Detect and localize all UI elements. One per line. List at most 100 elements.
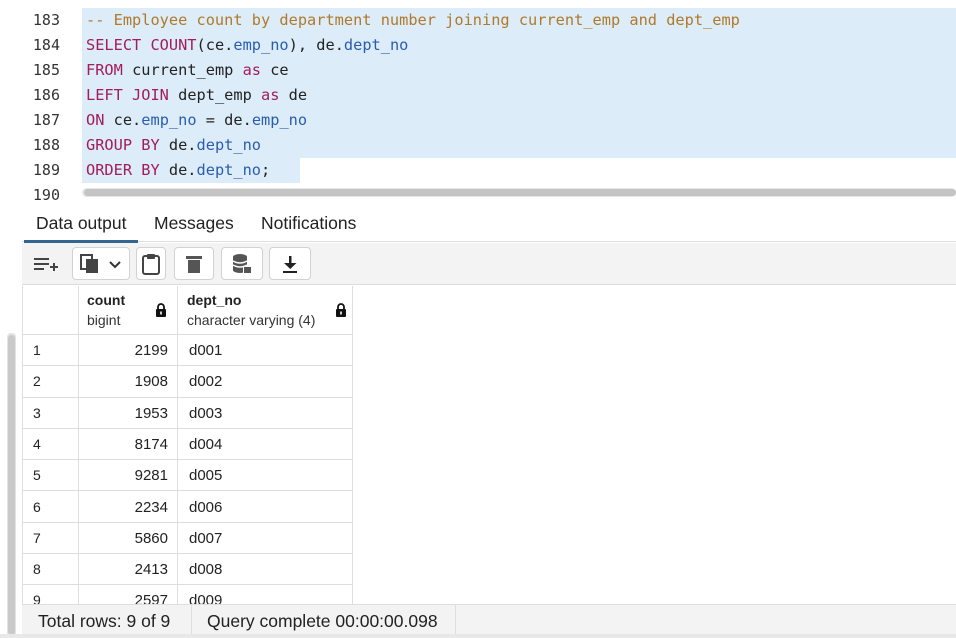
cell-count[interactable]: 1908 <box>79 366 168 397</box>
results-toolbar <box>22 243 956 285</box>
cell-dept-no[interactable]: d009 <box>189 585 222 604</box>
tab-notifications[interactable]: Notifications <box>249 204 368 242</box>
editor-horizontal-scrollbar[interactable] <box>82 188 956 197</box>
table-row[interactable]: 4 8174 d004 <box>22 428 353 461</box>
scrollbar-thumb[interactable] <box>84 189 956 196</box>
code-text: ORDER BY de.dept_no; <box>86 158 270 183</box>
code-text: LEFT JOIN dept_emp as de <box>86 83 307 108</box>
line-number: 188 <box>32 136 60 154</box>
code-token: dept_no <box>343 36 409 54</box>
paste-icon <box>142 253 160 275</box>
code-token: de. <box>168 136 197 154</box>
grid-border <box>352 286 353 604</box>
cell-dept-no[interactable]: d002 <box>189 366 222 397</box>
table-row[interactable]: 3 1953 d003 <box>22 397 353 429</box>
table-row[interactable]: 5 9281 d005 <box>22 460 353 492</box>
code-token: = de. <box>196 111 252 129</box>
editor-line[interactable]: 183 -- Employee count by department numbe… <box>0 8 956 33</box>
paste-button[interactable] <box>136 247 166 280</box>
row-number: 6 <box>33 498 41 515</box>
cell-count[interactable]: 2597 <box>79 585 168 604</box>
lock-icon <box>156 303 166 317</box>
sql-editor[interactable]: 182 183 -- Employee count by department n… <box>0 0 956 204</box>
save-data-button[interactable] <box>221 247 263 280</box>
code-token: GROUP BY <box>86 136 169 154</box>
code-token: LEFT JOIN <box>86 86 179 104</box>
line-number: 187 <box>32 111 60 129</box>
line-number: 190 <box>32 186 60 204</box>
row-number: 5 <box>33 467 41 484</box>
scrollbar-thumb[interactable] <box>8 335 15 635</box>
table-row[interactable]: 8 2413 d008 <box>22 554 353 586</box>
code-token: ON <box>86 111 114 129</box>
table-row[interactable]: 1 2199 d001 <box>22 335 353 367</box>
cell-dept-no[interactable]: d007 <box>189 523 222 554</box>
code-token: COUNT <box>150 36 197 54</box>
code-token: ), de. <box>288 36 344 54</box>
code-token: (ce. <box>196 36 234 54</box>
code-token: as <box>261 86 289 104</box>
table-row[interactable]: 7 5860 d007 <box>22 522 353 555</box>
code-text: -- Employee count by department number j… <box>86 8 740 33</box>
row-number: 9 <box>33 592 41 604</box>
column-divider <box>177 397 178 429</box>
column-divider <box>177 491 178 523</box>
delete-button[interactable] <box>174 247 214 280</box>
column-divider <box>177 428 178 460</box>
cell-count[interactable]: 2234 <box>79 492 168 523</box>
line-number: 185 <box>32 61 60 79</box>
chevron-down-icon[interactable] <box>107 256 123 272</box>
grid-border <box>22 286 23 604</box>
code-token: ORDER BY <box>86 161 169 179</box>
window-bottom-edge <box>0 634 956 638</box>
grid-header: count bigint dept_no character varying (… <box>22 286 353 604</box>
cell-dept-no[interactable]: d008 <box>189 554 222 585</box>
cell-count[interactable]: 5860 <box>79 523 168 554</box>
cell-count[interactable]: 1953 <box>79 398 168 429</box>
editor-line[interactable]: 188 GROUP BY de.dept_no <box>0 133 956 158</box>
cell-count[interactable]: 9281 <box>79 460 168 491</box>
add-row-button[interactable] <box>26 247 66 280</box>
table-row[interactable]: 6 2234 d006 <box>22 491 353 523</box>
cell-dept-no[interactable]: d005 <box>189 460 222 491</box>
code-token: -- Employee count by department number j… <box>86 11 740 29</box>
line-number: 189 <box>32 161 60 179</box>
row-number: 4 <box>33 435 41 452</box>
cell-dept-no[interactable]: d006 <box>189 492 222 523</box>
editor-line[interactable]: 187 ON ce.emp_no = de.emp_no <box>0 108 956 133</box>
add-row-icon <box>34 257 58 271</box>
cell-count[interactable]: 2413 <box>79 554 168 585</box>
code-token: dept_no <box>196 161 261 179</box>
table-row[interactable]: 2 1908 d002 <box>22 366 353 398</box>
editor-line[interactable]: 186 LEFT JOIN dept_emp as de <box>0 83 956 108</box>
download-button[interactable] <box>269 247 311 280</box>
cell-count[interactable]: 2199 <box>79 335 168 366</box>
code-token: emp_no <box>233 36 289 54</box>
code-token: ; <box>261 161 271 179</box>
line-number: 184 <box>32 36 60 54</box>
cell-dept-no[interactable]: d001 <box>189 335 222 366</box>
code-token: FROM <box>86 61 133 79</box>
code-text: SELECT COUNT(ce.emp_no), de.dept_no <box>86 33 408 58</box>
line-number: 183 <box>32 11 60 29</box>
cell-dept-no[interactable]: d003 <box>189 398 222 429</box>
copy-button[interactable] <box>72 247 130 280</box>
cell-count[interactable]: 8174 <box>79 429 168 460</box>
code-token: current_emp <box>132 61 243 79</box>
code-token: SELECT <box>86 36 151 54</box>
code-token: dept_emp <box>178 86 261 104</box>
editor-line[interactable]: 184 SELECT COUNT(ce.emp_no), de.dept_no <box>0 33 956 58</box>
code-text: FROM current_emp as ce <box>86 58 289 83</box>
editor-line[interactable]: 189 ORDER BY de.dept_no; <box>0 158 956 183</box>
tab-data-output[interactable]: Data output <box>24 204 139 243</box>
column-type: character varying (4) <box>187 312 316 328</box>
panel-vertical-scrollbar[interactable] <box>7 333 16 638</box>
save-data-icon <box>232 253 252 274</box>
cell-dept-no[interactable]: d004 <box>189 429 222 460</box>
table-row[interactable]: 9 2597 d009 <box>22 585 353 604</box>
tab-messages[interactable]: Messages <box>142 204 246 242</box>
editor-line[interactable]: 185 FROM current_emp as ce <box>0 58 956 83</box>
row-number: 1 <box>33 342 41 358</box>
line-number: 182 <box>0 0 62 8</box>
column-divider <box>177 366 178 398</box>
